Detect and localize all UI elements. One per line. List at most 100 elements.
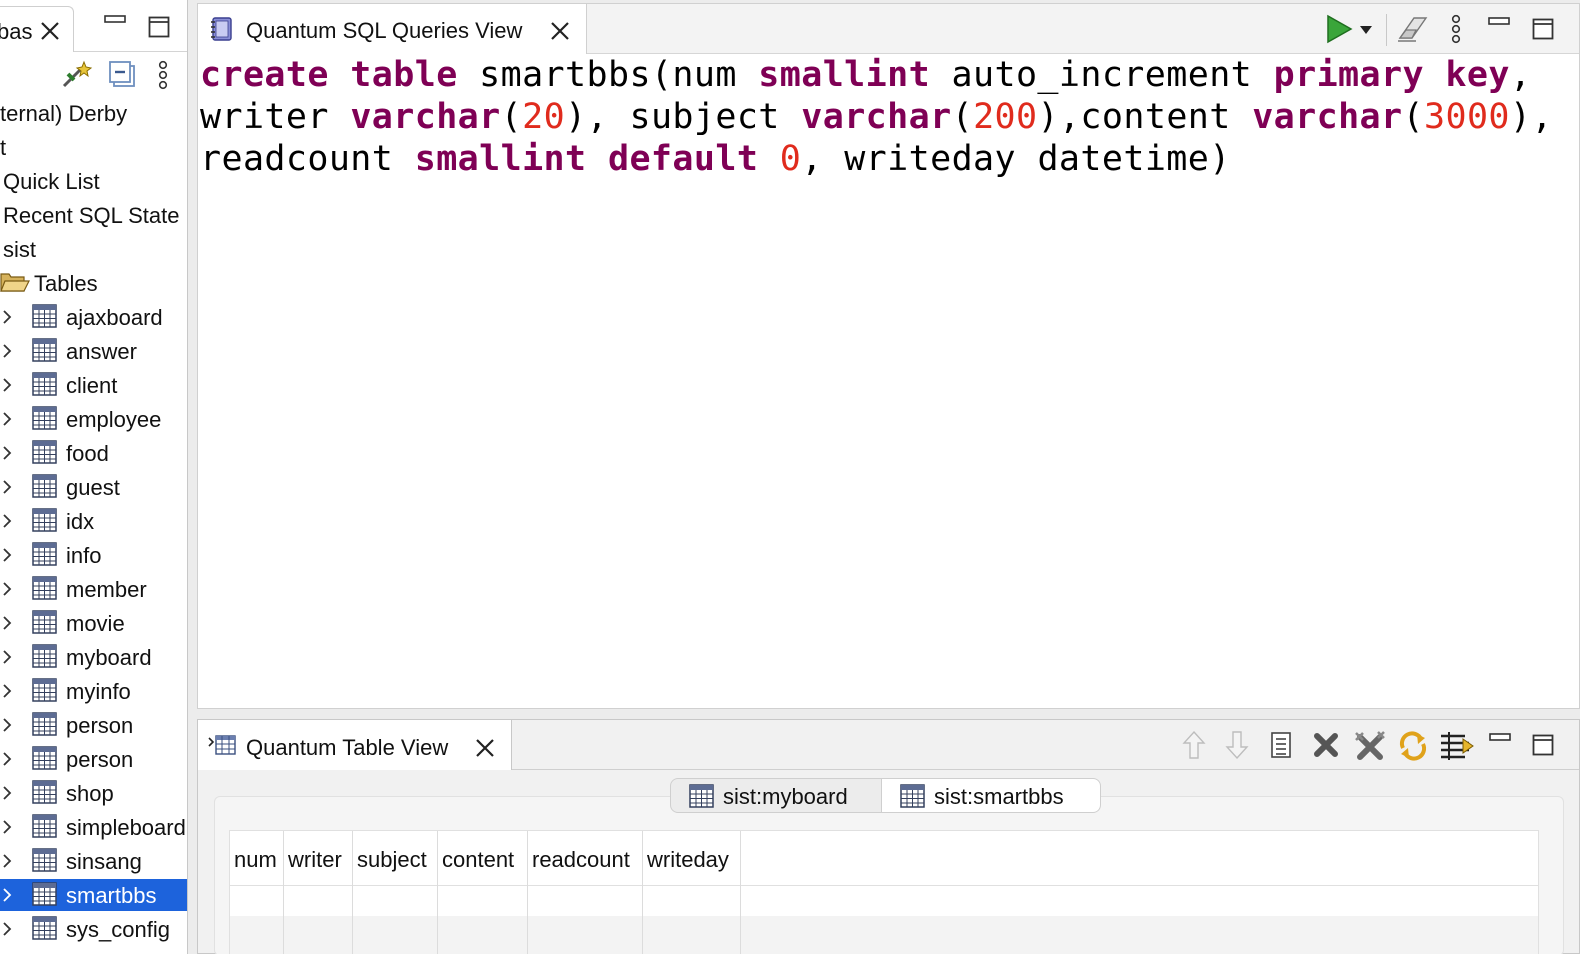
view-menu-icon[interactable] xyxy=(1450,14,1462,44)
tree-item-table[interactable]: info xyxy=(0,539,187,571)
close-icon[interactable] xyxy=(474,737,496,759)
tab-label: bas xyxy=(0,19,33,44)
tree-item-bookmark[interactable]: t xyxy=(0,131,187,163)
tree-item-tables[interactable]: Tables xyxy=(0,267,187,299)
chevron-right-icon[interactable] xyxy=(2,548,12,562)
tree-item-table[interactable]: guest xyxy=(0,471,187,503)
column-content[interactable]: content xyxy=(438,831,528,954)
sql-editor-text[interactable]: create table smartbbs(num smallint auto_… xyxy=(200,54,1553,180)
table-icon xyxy=(32,848,57,872)
filter-sort-icon[interactable] xyxy=(1439,730,1475,762)
chevron-down-icon[interactable] xyxy=(1360,26,1372,34)
maximize-icon[interactable] xyxy=(1532,18,1554,40)
view-menu-icon[interactable] xyxy=(157,60,169,90)
tree-item-table[interactable]: ajaxboard xyxy=(0,301,187,333)
sql-keyword: smallint xyxy=(758,55,931,95)
chevron-right-icon[interactable] xyxy=(2,378,12,392)
minimize-icon[interactable] xyxy=(104,14,126,28)
chevron-right-icon[interactable] xyxy=(2,888,12,902)
chevron-right-icon[interactable] xyxy=(2,514,12,528)
tree-item-table[interactable]: employee xyxy=(0,403,187,435)
tree-item-label: movie xyxy=(66,611,125,636)
tab-sist-smartbbs[interactable]: sist:smartbbs xyxy=(881,778,1101,813)
tree-item-table[interactable]: sinsang xyxy=(0,845,187,877)
tree-item-table[interactable]: myboard xyxy=(0,641,187,673)
tree-item-derby[interactable]: ternal) Derby xyxy=(0,97,187,129)
document-icon[interactable] xyxy=(1269,730,1293,760)
tree-item-table[interactable]: simpleboard xyxy=(0,811,187,843)
tree-item-table[interactable]: idx xyxy=(0,505,187,537)
maximize-icon[interactable] xyxy=(1532,734,1554,756)
sql-line: writer varchar(20), subject varchar(200)… xyxy=(200,96,1553,138)
chevron-right-icon[interactable] xyxy=(2,310,12,324)
tab-database-bookmarks[interactable]: bas xyxy=(0,6,74,52)
arrow-up-icon[interactable] xyxy=(1182,730,1206,760)
tree-item-table[interactable]: client xyxy=(0,369,187,401)
column-subject[interactable]: subject xyxy=(353,831,438,954)
sql-token: writer xyxy=(200,97,351,137)
tab-quantum-table-view[interactable]: Quantum Table View xyxy=(198,720,512,770)
chevron-right-icon[interactable] xyxy=(2,616,12,630)
sql-keyword: create table xyxy=(200,55,458,95)
minimize-icon[interactable] xyxy=(1488,16,1510,30)
tree-item-table[interactable]: person xyxy=(0,709,187,741)
sql-keyword: varchar xyxy=(1252,97,1403,137)
tree-item-label: member xyxy=(66,577,147,602)
tree-item-table[interactable]: movie xyxy=(0,607,187,639)
new-bookmark-icon[interactable] xyxy=(60,60,94,90)
tree-item-table[interactable]: smartbbs xyxy=(0,879,187,911)
delete-icon[interactable] xyxy=(1312,730,1340,760)
left-toolbar xyxy=(0,52,187,96)
tree-item-recent-sql[interactable]: Recent SQL State xyxy=(0,199,187,231)
sql-number: 3000 xyxy=(1424,97,1510,137)
chevron-right-icon[interactable] xyxy=(2,480,12,494)
arrow-down-icon[interactable] xyxy=(1225,730,1249,760)
tab-sist-myboard[interactable]: sist:myboard xyxy=(670,778,882,813)
editor-tabbar: Quantum SQL Queries View xyxy=(198,4,1579,54)
table-icon xyxy=(32,678,57,702)
chevron-right-icon[interactable] xyxy=(2,582,12,596)
column-num[interactable]: num xyxy=(230,831,284,954)
clear-eraser-icon[interactable] xyxy=(1396,14,1428,44)
chevron-right-icon[interactable] xyxy=(2,650,12,664)
tree-item-table[interactable]: sys_config xyxy=(0,913,187,945)
chevron-right-icon[interactable] xyxy=(2,752,12,766)
chevron-right-icon[interactable] xyxy=(2,854,12,868)
tree-item-table[interactable]: member xyxy=(0,573,187,605)
tab-label: Quantum SQL Queries View xyxy=(246,18,523,43)
chevron-right-icon[interactable] xyxy=(2,718,12,732)
tree-item-table[interactable]: myinfo xyxy=(0,675,187,707)
tree-item-schema-sist[interactable]: sist xyxy=(0,233,187,265)
sql-token: ( xyxy=(951,97,974,137)
delete-all-icon[interactable] xyxy=(1353,730,1387,762)
column-writeday[interactable]: writeday xyxy=(643,831,741,954)
chevron-right-icon[interactable] xyxy=(2,446,12,460)
column-writer[interactable]: writer xyxy=(284,831,353,954)
tab-quantum-sql-queries-view[interactable]: Quantum SQL Queries View xyxy=(198,4,587,54)
chevron-right-icon[interactable] xyxy=(2,786,12,800)
chevron-right-icon[interactable] xyxy=(2,344,12,358)
close-icon[interactable] xyxy=(39,20,61,42)
tree-item-table[interactable]: shop xyxy=(0,777,187,809)
tab-label: sist:smartbbs xyxy=(934,784,1064,809)
sql-keyword: smallint xyxy=(414,139,587,179)
column-readcount[interactable]: readcount xyxy=(528,831,643,954)
chevron-right-icon[interactable] xyxy=(2,684,12,698)
tree-item-quick-list[interactable]: Quick List xyxy=(0,165,187,197)
tree-item-table[interactable]: person xyxy=(0,743,187,775)
tree-item-label: info xyxy=(66,543,102,568)
chevron-right-icon[interactable] xyxy=(2,922,12,936)
maximize-icon[interactable] xyxy=(148,16,170,38)
table-icon xyxy=(32,372,57,396)
chevron-right-icon[interactable] xyxy=(2,820,12,834)
minimize-icon[interactable] xyxy=(1489,732,1511,746)
run-sql-icon[interactable] xyxy=(1325,14,1353,44)
collapse-all-icon[interactable] xyxy=(108,60,136,88)
refresh-icon[interactable] xyxy=(1397,730,1429,762)
tree-item-table[interactable]: food xyxy=(0,437,187,469)
tree-item-label: myinfo xyxy=(66,679,131,704)
table-icon xyxy=(32,610,57,634)
tree-item-table[interactable]: answer xyxy=(0,335,187,367)
close-icon[interactable] xyxy=(549,20,571,42)
chevron-right-icon[interactable] xyxy=(2,412,12,426)
